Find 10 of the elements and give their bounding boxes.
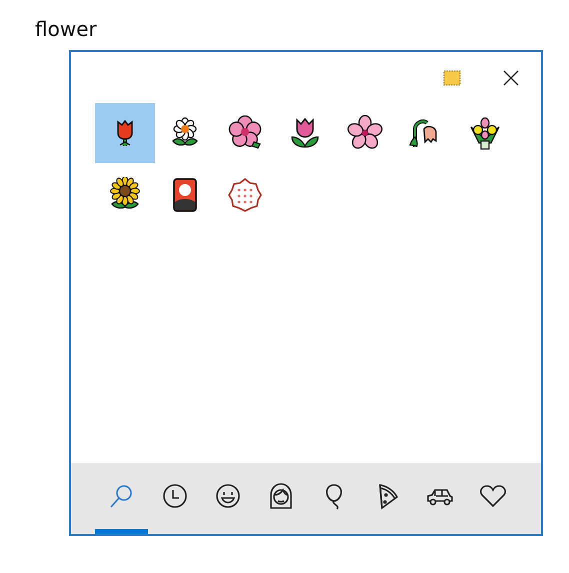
clock-icon: [160, 482, 188, 510]
sticker-icon[interactable]: [442, 68, 462, 88]
dotted-flower-icon: [227, 177, 263, 213]
close-icon[interactable]: [502, 69, 520, 87]
smiley-icon: [214, 482, 242, 510]
cherry-blossom-icon: [347, 115, 383, 151]
emoji-button[interactable]: [95, 103, 155, 163]
search-text: flower: [35, 17, 97, 41]
hibiscus-icon: [227, 115, 263, 151]
heart-icon: [478, 482, 506, 510]
